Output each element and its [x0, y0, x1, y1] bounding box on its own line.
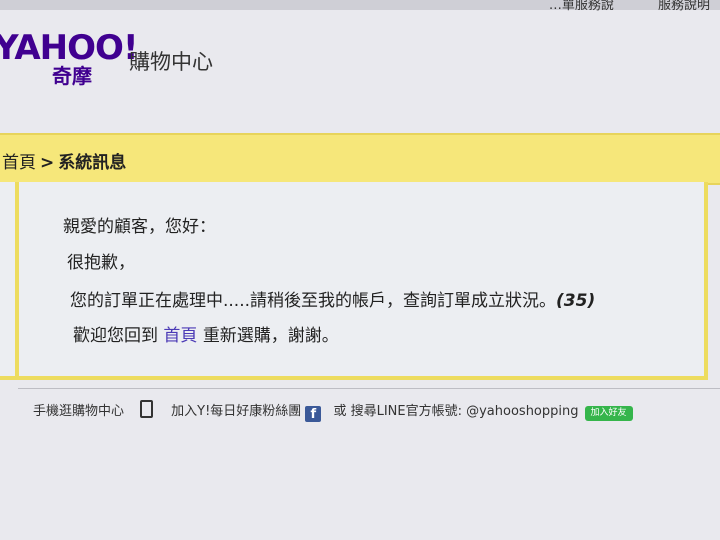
back-prefix: 歡迎您回到 [73, 326, 158, 346]
breadcrumb: 首頁 > 系統訊息 [2, 148, 126, 173]
top-links: …單服務說 服務說明 [509, 0, 710, 13]
mobile-shop-link[interactable]: 手機逛購物中心 [33, 404, 124, 419]
line-add-friend-button[interactable]: 加入好友 [584, 406, 633, 421]
breadcrumb-current: 系統訊息 [58, 153, 127, 173]
message-box-border [15, 182, 19, 376]
mobile-phone-icon [140, 400, 154, 418]
home-link[interactable]: 首頁 [163, 326, 197, 346]
breadcrumb-home-link[interactable]: 首頁 [2, 153, 36, 173]
site-title[interactable]: 購物中心 [129, 46, 213, 76]
message-body-text: 您的訂單正在處理中.....請稍後至我的帳戶，查詢訂單成立狀況。 [70, 291, 557, 311]
footer-divider [18, 388, 720, 389]
top-link-help[interactable]: 服務說明 [658, 0, 710, 13]
message-body: 您的訂單正在處理中.....請稍後至我的帳戶，查詢訂單成立狀況。(35) [70, 286, 595, 311]
facebook-fan-link[interactable]: 加入Y!每日好康粉絲團 [171, 404, 301, 419]
line-official-text: 或 搜尋LINE官方帳號: @yahooshopping [333, 404, 579, 419]
breadcrumb-bar: 首頁 > 系統訊息 [0, 133, 720, 185]
top-link-orders[interactable]: …單服務說 [549, 0, 614, 13]
back-suffix: 重新選購，謝謝。 [202, 326, 339, 346]
facebook-icon[interactable]: f [305, 406, 322, 422]
message-code: (35) [556, 291, 596, 311]
top-bar: …單服務說 服務說明 [0, 0, 720, 13]
message-greeting: 親愛的顧客，您好： [63, 217, 216, 237]
breadcrumb-separator: > [40, 153, 55, 173]
message-back: 歡迎您回到 首頁 重新選購，謝謝。 [73, 321, 339, 346]
site-header: YAHOO! 奇摩 購物中心 [0, 28, 294, 98]
yahoo-logo-sub: 奇摩 [52, 64, 92, 88]
system-message-box: 親愛的顧客，您好： 很抱歉， 您的訂單正在處理中.....請稍後至我的帳戶，查詢… [0, 182, 708, 380]
message-apology: 很抱歉， [67, 253, 135, 273]
footer: 手機逛購物中心 加入Y!每日好康粉絲團 f 或 搜尋LINE官方帳號: @yaho… [33, 400, 720, 422]
